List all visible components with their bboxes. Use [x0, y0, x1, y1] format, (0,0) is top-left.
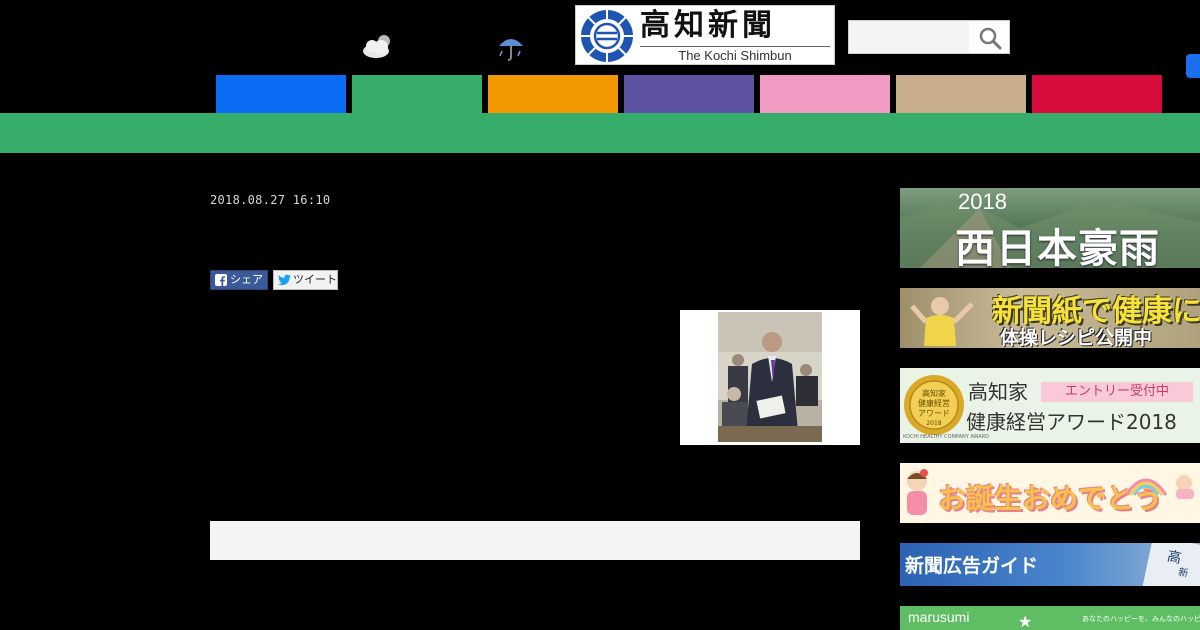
facebook-icon: [215, 274, 227, 286]
banner-marusumi[interactable]: marusumi ★ あなたのハッピーを、みんなのハッピーに。: [900, 606, 1200, 630]
svg-text:アワード: アワード: [918, 409, 950, 418]
banner-ad-guide[interactable]: 新聞広告ガイド 高 新: [900, 543, 1200, 586]
twitter-share-button[interactable]: ツイート: [273, 270, 338, 290]
baby-icon: [907, 469, 928, 515]
nav-tab-3[interactable]: [488, 75, 618, 113]
cloud-sun-icon: [363, 35, 390, 58]
person-figure: [910, 297, 974, 346]
banner-headline: 新聞広告ガイド: [905, 555, 1039, 577]
logo-subtitle: The Kochi Shimbun: [678, 48, 792, 63]
share-label: ツイート: [293, 273, 337, 286]
entry-badge: エントリー受付中: [1041, 382, 1193, 402]
banner-brand: marusumi: [908, 609, 970, 625]
site-logo[interactable]: 高知新聞 The Kochi Shimbun: [575, 5, 835, 65]
banner-title: 西日本豪雨: [955, 225, 1160, 268]
nav-tab-4[interactable]: [624, 75, 754, 113]
banner-health-award[interactable]: 高知家 健康経営 アワード 2018 高知家 エントリー受付中 健康経営アワード…: [900, 368, 1200, 443]
banner-subline: 体操レシピ公開中: [1000, 327, 1153, 348]
award-title-2: 健康経営アワード2018: [966, 410, 1177, 434]
nav-tab-1[interactable]: [216, 75, 346, 113]
search-icon[interactable]: [977, 25, 1003, 51]
nav-tab-7[interactable]: [1032, 75, 1162, 113]
related-articles-box: [210, 521, 860, 560]
side-tab-button[interactable]: [1186, 54, 1200, 78]
banner-newspaper-health[interactable]: 新聞紙で健康に 体操レシピ公開中: [900, 288, 1200, 348]
nav-tab-2[interactable]: [352, 75, 482, 113]
banner-year: 2018: [958, 189, 1007, 214]
award-title-1: 高知家: [968, 380, 1028, 404]
banner-tagline: あなたのハッピーを、みんなのハッピーに。: [1082, 615, 1200, 623]
star-icon: ★: [1018, 612, 1033, 630]
nav-tab-5[interactable]: [760, 75, 890, 113]
article-photo[interactable]: [680, 310, 860, 445]
award-caption: KOCHI HEALTHY COMPANY AWARD: [903, 434, 989, 440]
newspaper-icon: 高 新: [1142, 543, 1200, 586]
article-date: 2018.08.27 16:10: [210, 193, 331, 207]
twitter-icon: [278, 274, 291, 286]
svg-text:健康経営: 健康経営: [918, 398, 950, 408]
search-form: [848, 20, 1010, 54]
svg-text:2018: 2018: [926, 420, 941, 427]
banner-birth-congrats[interactable]: お誕生おめでとう: [900, 463, 1200, 523]
facebook-share-button[interactable]: シェア: [210, 270, 268, 290]
logo-divider: [640, 46, 830, 47]
svg-text:高知家: 高知家: [922, 388, 946, 398]
banner-west-japan-flood[interactable]: 2018 西日本豪雨: [900, 188, 1200, 268]
nav-tab-6[interactable]: [896, 75, 1026, 113]
share-label: シェア: [230, 273, 263, 286]
rainbow-icon: [1124, 475, 1194, 499]
article-image: [718, 312, 822, 442]
search-input[interactable]: [849, 21, 969, 53]
sub-nav-bar: [0, 113, 1200, 153]
emblem-icon: [581, 10, 633, 62]
award-medal-icon: 高知家 健康経営 アワード 2018: [904, 375, 964, 435]
rain-umbrella-icon: [499, 39, 523, 61]
logo-title: 高知新聞: [640, 8, 776, 43]
